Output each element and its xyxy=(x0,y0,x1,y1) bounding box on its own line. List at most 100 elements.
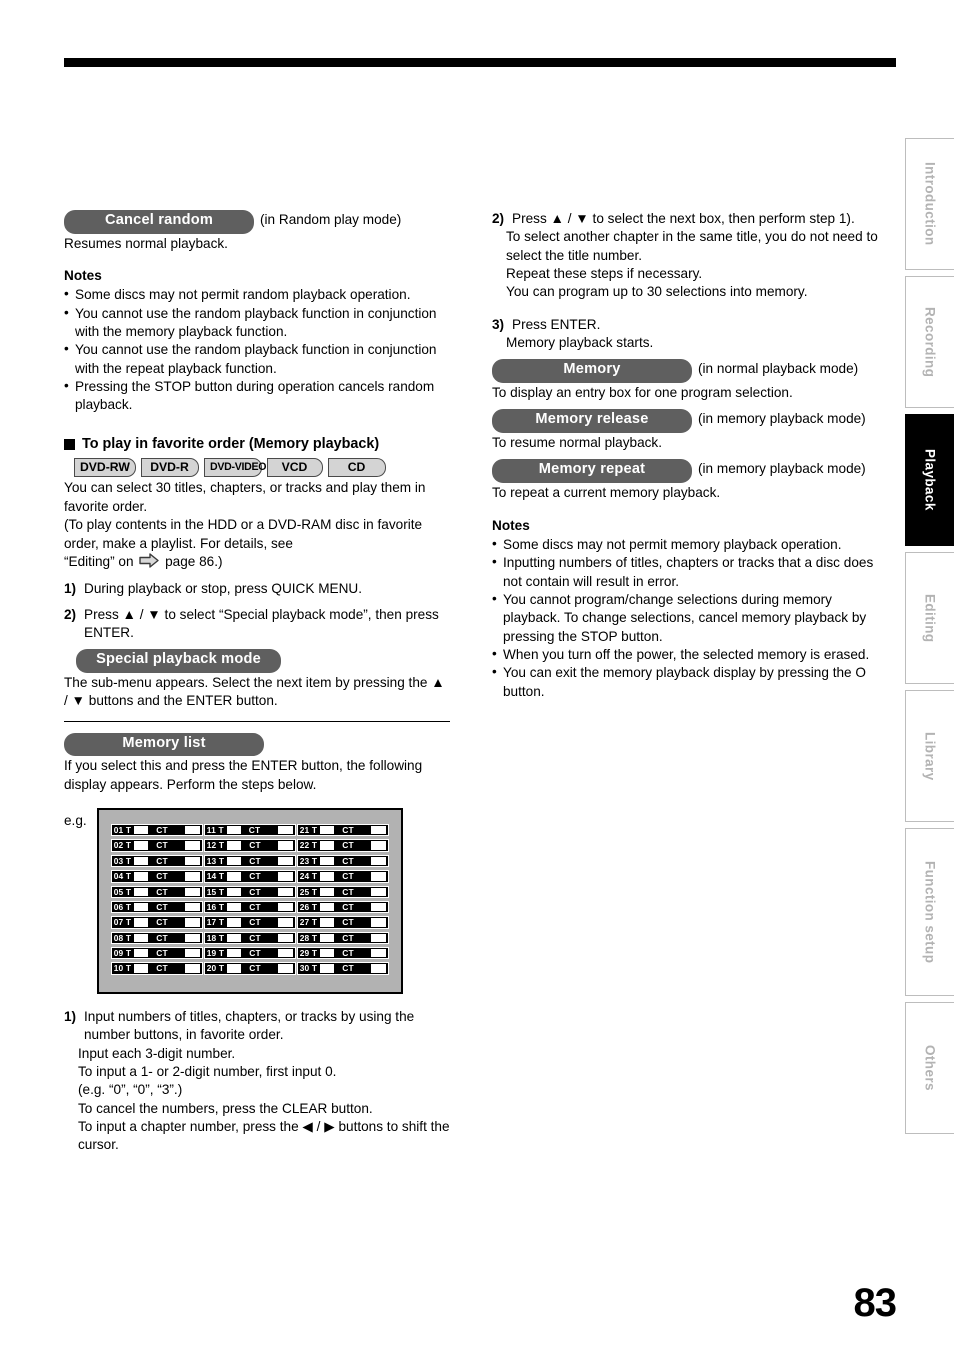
memory-list-entry-row[interactable]: 15 T CT xyxy=(203,885,296,898)
memory-list-title-input[interactable] xyxy=(134,856,149,866)
memory-list-title-input[interactable] xyxy=(134,933,149,943)
memory-list-entry-row[interactable]: 28 T CT xyxy=(296,931,389,945)
memory-list-entry-row[interactable]: 09 T CT xyxy=(110,947,203,960)
memory-list-chapter-input[interactable] xyxy=(277,872,293,881)
memory-list-entry-row[interactable]: 24 T CT xyxy=(296,870,389,883)
memory-list-title-input[interactable] xyxy=(320,933,335,943)
memory-list-title-input[interactable] xyxy=(134,918,149,927)
memory-list-entry-row[interactable]: 18 T CT xyxy=(203,931,296,945)
memory-list-title-input[interactable] xyxy=(134,887,149,896)
memory-list-entry-row[interactable]: 10 T CT xyxy=(110,962,203,975)
memory-list-chapter-input[interactable] xyxy=(277,825,293,835)
memory-list-chapter-input[interactable] xyxy=(370,856,386,866)
memory-list-title-input[interactable] xyxy=(227,964,242,973)
memory-list-title-input[interactable] xyxy=(227,856,242,866)
memory-list-title-input[interactable] xyxy=(227,902,242,912)
memory-list-chapter-input[interactable] xyxy=(184,825,200,835)
memory-list-title-input[interactable] xyxy=(134,841,149,850)
memory-list-entry-row[interactable]: 19 T CT xyxy=(203,947,296,960)
memory-list-chapter-input[interactable] xyxy=(370,872,386,881)
memory-list-chapter-input[interactable] xyxy=(277,964,293,973)
memory-list-title-input[interactable] xyxy=(227,949,242,958)
memory-list-title-input[interactable] xyxy=(227,841,242,850)
sidebar-item-function-setup[interactable]: Function setup xyxy=(905,828,954,996)
sidebar-item-others[interactable]: Others xyxy=(905,1002,954,1134)
memory-list-title-input[interactable] xyxy=(320,887,335,896)
memory-list-title-input[interactable] xyxy=(320,841,335,850)
memory-list-chapter-input[interactable] xyxy=(184,841,200,850)
memory-list-chapter-input[interactable] xyxy=(277,841,293,850)
memory-list-entry-chapter-label: CT xyxy=(342,855,354,866)
memory-list-chapter-input[interactable] xyxy=(370,949,386,958)
memory-list-chapter-input[interactable] xyxy=(370,933,386,943)
memory-list-entry-row[interactable]: 12 T CT xyxy=(203,839,296,852)
memory-list-entry-row[interactable]: 27 T CT xyxy=(296,916,389,929)
memory-list-entry-row[interactable]: 30 T CT xyxy=(296,962,389,975)
sidebar-item-playback[interactable]: Playback xyxy=(905,414,954,546)
memory-list-title-input[interactable] xyxy=(227,887,242,896)
memory-list-chapter-input[interactable] xyxy=(277,902,293,912)
memory-list-chapter-input[interactable] xyxy=(370,964,386,973)
step-detail-line: Repeat these steps if necessary. xyxy=(506,266,703,282)
memory-list-chapter-input[interactable] xyxy=(184,918,200,927)
memory-list-title-input[interactable] xyxy=(227,933,242,943)
memory-list-entry-row[interactable]: 11 T CT xyxy=(203,823,296,837)
memory-list-chapter-input[interactable] xyxy=(184,933,200,943)
memory-list-entry-row[interactable]: 16 T CT xyxy=(203,900,296,914)
memory-list-entry-row[interactable]: 25 T CT xyxy=(296,885,389,898)
memory-list-chapter-input[interactable] xyxy=(277,887,293,896)
memory-list-entry-row[interactable]: 17 T CT xyxy=(203,916,296,929)
memory-list-entry-row[interactable]: 01 T CT xyxy=(110,823,203,837)
memory-list-title-input[interactable] xyxy=(134,902,149,912)
memory-list-title-input[interactable] xyxy=(320,856,335,866)
memory-list-chapter-input[interactable] xyxy=(277,949,293,958)
memory-list-title-input[interactable] xyxy=(320,825,335,835)
memory-list-entry-row[interactable]: 05 T CT xyxy=(110,885,203,898)
memory-list-entry-row[interactable]: 14 T CT xyxy=(203,870,296,883)
memory-list-chapter-input[interactable] xyxy=(277,856,293,866)
memory-list-title-input[interactable] xyxy=(227,872,242,881)
sidebar-item-library[interactable]: Library xyxy=(905,690,954,822)
memory-list-entry-row[interactable]: 21 T CT xyxy=(296,823,389,837)
memory-list-title-input[interactable] xyxy=(320,918,335,927)
memory-list-entry-row[interactable]: 26 T CT xyxy=(296,900,389,914)
memory-list-chapter-input[interactable] xyxy=(184,856,200,866)
sidebar-item-introduction[interactable]: Introduction xyxy=(905,138,954,270)
memory-list-chapter-input[interactable] xyxy=(370,887,386,896)
step-item: 2) Press ▲ / ▼ to select the next box, t… xyxy=(492,210,878,228)
memory-list-title-input[interactable] xyxy=(320,949,335,958)
memory-list-entry-row[interactable]: 02 T CT xyxy=(110,839,203,852)
memory-list-chapter-input[interactable] xyxy=(184,887,200,896)
memory-list-chapter-input[interactable] xyxy=(277,933,293,943)
memory-list-chapter-input[interactable] xyxy=(277,918,293,927)
memory-list-entry-row[interactable]: 23 T CT xyxy=(296,854,389,868)
memory-list-chapter-input[interactable] xyxy=(184,902,200,912)
memory-list-title-input[interactable] xyxy=(320,902,335,912)
memory-list-entry-row[interactable]: 20 T CT xyxy=(203,962,296,975)
sidebar-item-recording[interactable]: Recording xyxy=(905,276,954,408)
memory-list-entry-row[interactable]: 04 T CT xyxy=(110,870,203,883)
memory-list-title-input[interactable] xyxy=(134,825,149,835)
memory-list-title-input[interactable] xyxy=(320,872,335,881)
memory-list-title-input[interactable] xyxy=(227,918,242,927)
memory-list-entry-row[interactable]: 13 T CT xyxy=(203,854,296,868)
memory-list-entry-row[interactable]: 07 T CT xyxy=(110,916,203,929)
memory-list-chapter-input[interactable] xyxy=(184,964,200,973)
memory-list-entry-row[interactable]: 06 T CT xyxy=(110,900,203,914)
memory-list-chapter-input[interactable] xyxy=(184,949,200,958)
memory-list-chapter-input[interactable] xyxy=(370,918,386,927)
memory-list-chapter-input[interactable] xyxy=(370,902,386,912)
memory-list-entry-row[interactable]: 08 T CT xyxy=(110,931,203,945)
memory-list-entry-row[interactable]: 22 T CT xyxy=(296,839,389,852)
memory-list-title-input[interactable] xyxy=(320,964,335,973)
memory-list-chapter-input[interactable] xyxy=(370,825,386,835)
sidebar-item-editing[interactable]: Editing xyxy=(905,552,954,684)
memory-list-entry-row[interactable]: 29 T CT xyxy=(296,947,389,960)
memory-list-title-input[interactable] xyxy=(134,872,149,881)
memory-list-title-input[interactable] xyxy=(134,964,149,973)
memory-list-entry-row[interactable]: 03 T CT xyxy=(110,854,203,868)
memory-list-title-input[interactable] xyxy=(134,949,149,958)
memory-list-chapter-input[interactable] xyxy=(184,872,200,881)
memory-list-title-input[interactable] xyxy=(226,825,241,835)
memory-list-chapter-input[interactable] xyxy=(370,841,386,850)
